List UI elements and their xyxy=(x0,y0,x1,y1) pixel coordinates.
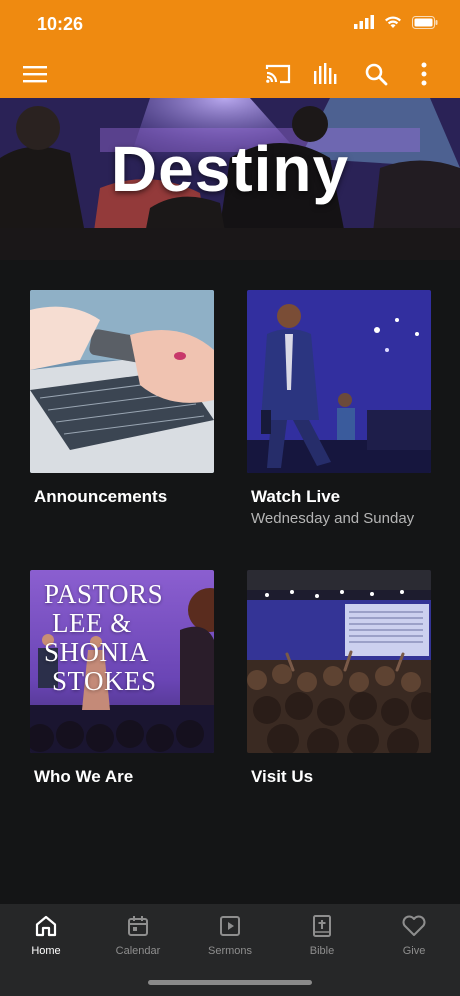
tile-announcements[interactable]: Announcements xyxy=(30,290,214,507)
watch-live-image xyxy=(247,290,431,473)
tile-title: Who We Are xyxy=(34,767,134,786)
tab-home[interactable]: Home xyxy=(0,912,92,957)
status-time: 10:26 xyxy=(37,14,84,34)
play-icon xyxy=(220,916,240,936)
cast-icon xyxy=(265,64,291,84)
status-bar: 10:26 xyxy=(0,0,460,50)
app-bar xyxy=(0,50,460,98)
tile-who-we-are[interactable]: PASTORS LEE & SHONIA STOKES Who We Are xyxy=(30,570,214,787)
tile-subtitle: Wednesday and Sunday xyxy=(251,510,415,527)
battery-icon xyxy=(412,15,438,29)
status-icons xyxy=(354,15,438,29)
tile-title: Announcements xyxy=(34,487,168,506)
tab-label: Bible xyxy=(309,945,335,957)
tab-give[interactable]: Give xyxy=(368,912,460,957)
cast-button[interactable] xyxy=(264,60,292,88)
tile-watch-live[interactable]: Watch Live Wednesday and Sunday xyxy=(247,290,431,527)
announcements-image xyxy=(30,290,214,473)
bible-icon xyxy=(313,915,331,937)
calendar-icon xyxy=(128,916,148,936)
hero-banner: Destiny xyxy=(0,98,460,260)
tab-label: Give xyxy=(402,945,426,957)
hero-title: Destiny xyxy=(110,133,350,205)
pastors-image-text: PASTORS LEE & SHONIA STOKES xyxy=(44,579,164,696)
home-indicator xyxy=(148,980,312,985)
heart-icon xyxy=(402,915,426,936)
tab-label: Home xyxy=(31,945,61,957)
tile-title: Watch Live xyxy=(251,487,341,506)
tile-visit-us[interactable]: Visit Us xyxy=(247,570,431,787)
tab-label: Calendar xyxy=(115,945,161,957)
home-icon xyxy=(35,915,57,937)
menu-icon xyxy=(23,66,47,83)
tab-sermons[interactable]: Sermons xyxy=(184,912,276,957)
who-we-are-image: PASTORS LEE & SHONIA STOKES xyxy=(30,570,214,753)
tab-label: Sermons xyxy=(207,945,253,957)
menu-button[interactable] xyxy=(21,60,49,88)
cellular-signal-icon xyxy=(354,15,374,29)
more-options-button[interactable] xyxy=(410,60,438,88)
tile-title: Visit Us xyxy=(251,767,314,786)
audio-button[interactable] xyxy=(312,60,340,88)
visit-us-image xyxy=(247,570,431,753)
more-vert-icon xyxy=(421,62,427,86)
wifi-icon xyxy=(385,16,401,28)
equalizer-icon xyxy=(314,63,337,84)
tab-bible[interactable]: Bible xyxy=(276,912,368,957)
search-button[interactable] xyxy=(362,60,390,88)
search-icon xyxy=(365,63,388,86)
tab-calendar[interactable]: Calendar xyxy=(92,912,184,957)
